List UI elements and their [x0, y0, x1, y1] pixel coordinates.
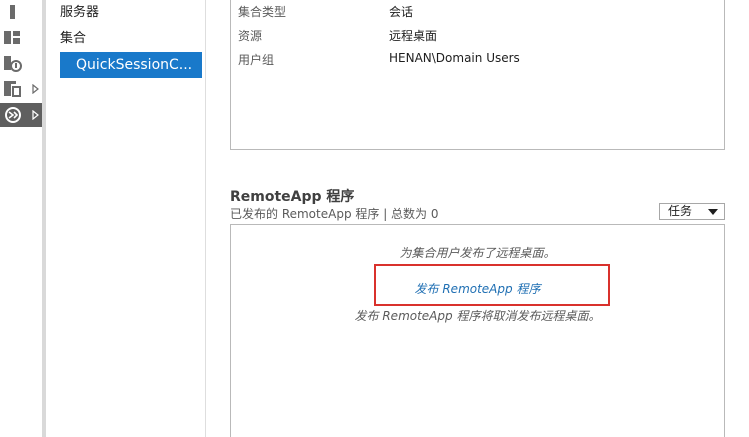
file-storage-icon [4, 81, 21, 97]
local-server-nav-button[interactable] [0, 25, 42, 49]
property-key: 资源 [238, 29, 263, 43]
chevron-down-icon [708, 209, 718, 215]
tasks-dropdown[interactable]: 任务 [659, 203, 725, 220]
published-desktop-message: 为集合用户发布了远程桌面。 [399, 246, 556, 260]
nav-item-quicksession-collection[interactable]: QuickSessionC... [60, 52, 202, 78]
remote-desktop-services-nav-button[interactable] [0, 103, 42, 127]
remoteapp-section-title: RemoteApp 程序 [230, 189, 355, 205]
remote-desktop-services-icon [5, 107, 21, 123]
property-value: 会话 [389, 5, 414, 19]
remoteapp-programs-panel: 为集合用户发布了远程桌面。 发布 RemoteApp 程序 发布 RemoteA… [230, 224, 725, 437]
dashboard-icon [10, 5, 15, 19]
property-value: 远程桌面 [389, 29, 438, 43]
expand-arrow-icon[interactable] [32, 84, 40, 94]
nav-item-servers[interactable]: 服务器 [60, 1, 99, 25]
local-server-icon [4, 31, 20, 44]
remoteapp-section-subtitle: 已发布的 RemoteApp 程序 | 总数为 0 [230, 207, 439, 221]
expand-arrow-icon[interactable] [32, 110, 40, 120]
main-content: 集合类型 会话 资源 远程桌面 用户组 HENAN\Domain Users R… [207, 0, 749, 437]
navigation-pane: 服务器 集合 QuickSessionC... [46, 0, 206, 437]
icon-sidebar [0, 0, 46, 437]
dashboard-nav-button[interactable] [0, 0, 42, 24]
property-key: 集合类型 [238, 5, 287, 19]
all-servers-nav-button[interactable] [0, 51, 42, 75]
collection-properties-panel: 集合类型 会话 资源 远程桌面 用户组 HENAN\Domain Users [230, 0, 725, 150]
nav-item-collections[interactable]: 集合 [60, 27, 86, 51]
property-key: 用户组 [238, 53, 275, 67]
unpublish-warning-message: 发布 RemoteApp 程序将取消发布远程桌面。 [354, 309, 601, 323]
publish-remoteapp-link[interactable]: 发布 RemoteApp 程序 [231, 280, 724, 297]
file-storage-nav-button[interactable] [0, 77, 42, 101]
property-value: HENAN\Domain Users [389, 51, 520, 65]
all-servers-icon [4, 56, 22, 72]
tasks-dropdown-label: 任务 [668, 204, 693, 218]
